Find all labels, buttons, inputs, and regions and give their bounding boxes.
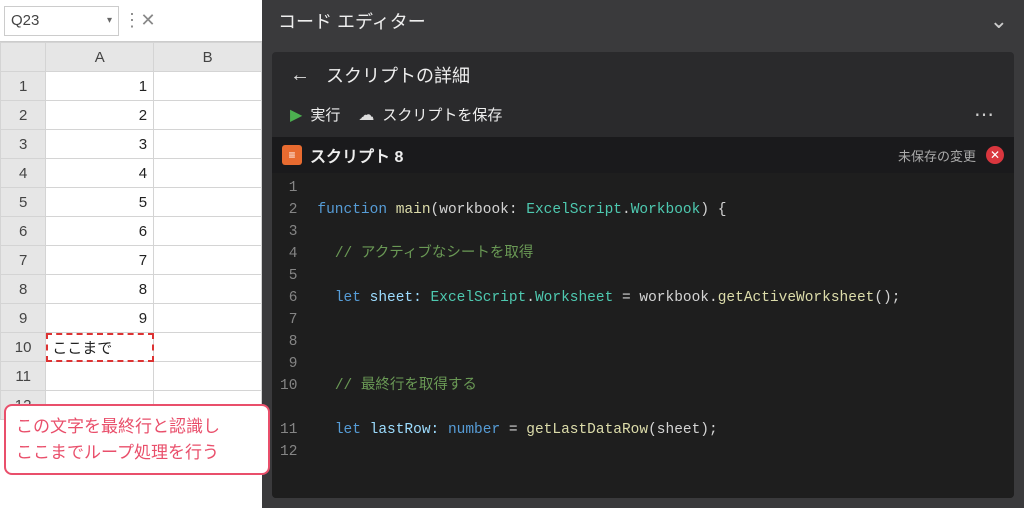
row-header[interactable]: 1 [1, 72, 46, 101]
cell[interactable] [46, 362, 154, 391]
cell[interactable] [154, 333, 262, 362]
col-header-b[interactable]: B [154, 43, 262, 72]
col-header-a[interactable]: A [46, 43, 154, 72]
cell[interactable]: 8 [46, 275, 154, 304]
run-button[interactable]: ▶ 実行 [290, 104, 340, 125]
row-header[interactable]: 6 [1, 217, 46, 246]
annotation-callout: この文字を最終行と認識し ここまでループ処理を行う [4, 404, 270, 475]
row-header[interactable]: 8 [1, 275, 46, 304]
save-script-button[interactable]: ☁ スクリプトを保存 [358, 104, 502, 125]
cell[interactable]: 2 [46, 101, 154, 130]
chevron-down-icon[interactable]: ⌄ [990, 8, 1008, 34]
script-name: スクリプト 8 [310, 143, 403, 167]
cell[interactable] [154, 101, 262, 130]
formula-bar: Q23 ▾ ⋮ ✕ [0, 0, 262, 42]
cell[interactable]: 4 [46, 159, 154, 188]
cell[interactable] [154, 188, 262, 217]
row-header[interactable]: 7 [1, 246, 46, 275]
cell[interactable] [154, 217, 262, 246]
select-all-corner[interactable] [1, 43, 46, 72]
chevron-down-icon[interactable]: ▾ [107, 15, 112, 26]
cell[interactable]: 3 [46, 130, 154, 159]
script-tab-header: ≡ スクリプト 8 未保存の変更 ✕ [272, 137, 1014, 173]
row-header[interactable]: 4 [1, 159, 46, 188]
cell-last-marker[interactable]: ここまで [46, 333, 154, 362]
row-header[interactable]: 11 [1, 362, 46, 391]
name-box-value: Q23 [11, 12, 39, 29]
run-label: 実行 [310, 104, 340, 125]
script-details-heading: スクリプトの詳細 [326, 62, 470, 88]
cell[interactable]: 6 [46, 217, 154, 246]
back-arrow-icon[interactable]: ← [290, 64, 310, 87]
separator-icon: ⋮ [123, 10, 133, 31]
row-header[interactable]: 2 [1, 101, 46, 130]
cell[interactable] [154, 275, 262, 304]
row-header[interactable]: 10 [1, 333, 46, 362]
save-label: スクリプトを保存 [382, 104, 502, 125]
cell[interactable] [154, 130, 262, 159]
cloud-save-icon: ☁ [358, 105, 374, 125]
line-number-gutter: 123 456 789 1011 12 [272, 173, 309, 498]
cell[interactable]: 5 [46, 188, 154, 217]
cell[interactable]: 1 [46, 72, 154, 101]
code-content[interactable]: function main(workbook: ExcelScript.Work… [309, 173, 975, 498]
cell[interactable] [154, 159, 262, 188]
row-header[interactable]: 3 [1, 130, 46, 159]
code-editor[interactable]: 123 456 789 1011 12 function main(workbo… [272, 173, 1014, 498]
more-menu-button[interactable]: ⋯ [974, 102, 996, 127]
unsaved-indicator: 未保存の変更 [898, 146, 976, 165]
panel-titlebar: コード エディター ⌄ [262, 0, 1024, 42]
name-box[interactable]: Q23 ▾ [4, 6, 119, 36]
discard-changes-icon[interactable]: ✕ [986, 146, 1004, 164]
annotation-line: この文字を最終行と認識し [16, 414, 258, 440]
cell[interactable] [154, 246, 262, 275]
row-header[interactable]: 9 [1, 304, 46, 333]
cell[interactable]: 9 [46, 304, 154, 333]
annotation-line: ここまでループ処理を行う [16, 440, 258, 466]
row-header[interactable]: 5 [1, 188, 46, 217]
cell[interactable]: 7 [46, 246, 154, 275]
panel-title: コード エディター [278, 8, 426, 34]
cell[interactable] [154, 362, 262, 391]
cancel-icon[interactable]: ✕ [133, 10, 163, 31]
play-icon: ▶ [290, 105, 302, 125]
script-file-icon: ≡ [282, 145, 302, 165]
cell[interactable] [154, 304, 262, 333]
cell[interactable] [154, 72, 262, 101]
